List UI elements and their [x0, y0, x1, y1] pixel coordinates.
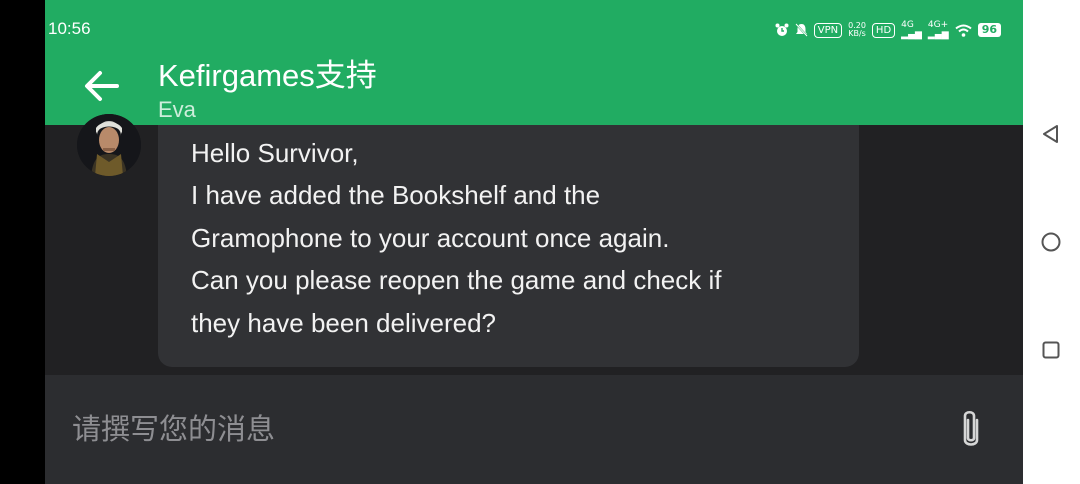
back-arrow-icon[interactable] [82, 68, 122, 104]
signal-icon-2: 4G+ ▂▄▆ [927, 20, 949, 40]
chat-subtitle: Eva [158, 97, 196, 122]
wifi-icon [955, 24, 972, 37]
agent-portrait-image [77, 114, 141, 176]
network-type-1: 4G [901, 20, 914, 30]
speed-unit: KB/s [848, 29, 866, 38]
message-input[interactable] [72, 407, 892, 451]
home-circle-icon[interactable] [1039, 230, 1063, 254]
signal-icon-1: 4G ▂▄▆ [901, 20, 922, 40]
status-time: 10:56 [48, 19, 91, 38]
message-composer [45, 375, 1023, 484]
back-triangle-icon[interactable] [1039, 122, 1063, 146]
message-line: Gramophone to your account once again. [191, 223, 670, 253]
message-line: they have been delivered? [191, 308, 497, 338]
chat-screen: 10:56 VPN 0.20 KB/s HD 4G ▂▄▆ 4G+ ▂▄▆ 96 Ke… [45, 0, 1023, 484]
alarm-icon [775, 23, 789, 36]
hd-icon: HD [871, 22, 896, 38]
network-speed: 0.20 KB/s [848, 22, 866, 38]
network-type-2: 4G+ [927, 20, 949, 30]
message-line: Hello Survivor, [191, 138, 359, 168]
app-bar: 10:56 VPN 0.20 KB/s HD 4G ▂▄▆ 4G+ ▂▄▆ 96 Ke… [45, 0, 1023, 125]
avatar [77, 114, 141, 176]
message-line: I have added the Bookshelf and the [191, 180, 601, 210]
message-bubble: Hello Survivor, I have added the Bookshe… [158, 125, 859, 367]
status-icons: VPN 0.20 KB/s HD 4G ▂▄▆ 4G+ ▂▄▆ 96 [775, 20, 1001, 40]
chat-title: Kefirgames支持 [158, 58, 377, 93]
vpn-icon: VPN [813, 22, 843, 38]
recents-square-icon[interactable] [1039, 338, 1063, 362]
system-nav-bar [1023, 0, 1080, 484]
battery-icon: 96 [977, 23, 1001, 37]
message-line: Can you please reopen the game and check… [191, 265, 722, 295]
mute-icon [795, 23, 808, 37]
attach-icon[interactable] [955, 406, 987, 452]
